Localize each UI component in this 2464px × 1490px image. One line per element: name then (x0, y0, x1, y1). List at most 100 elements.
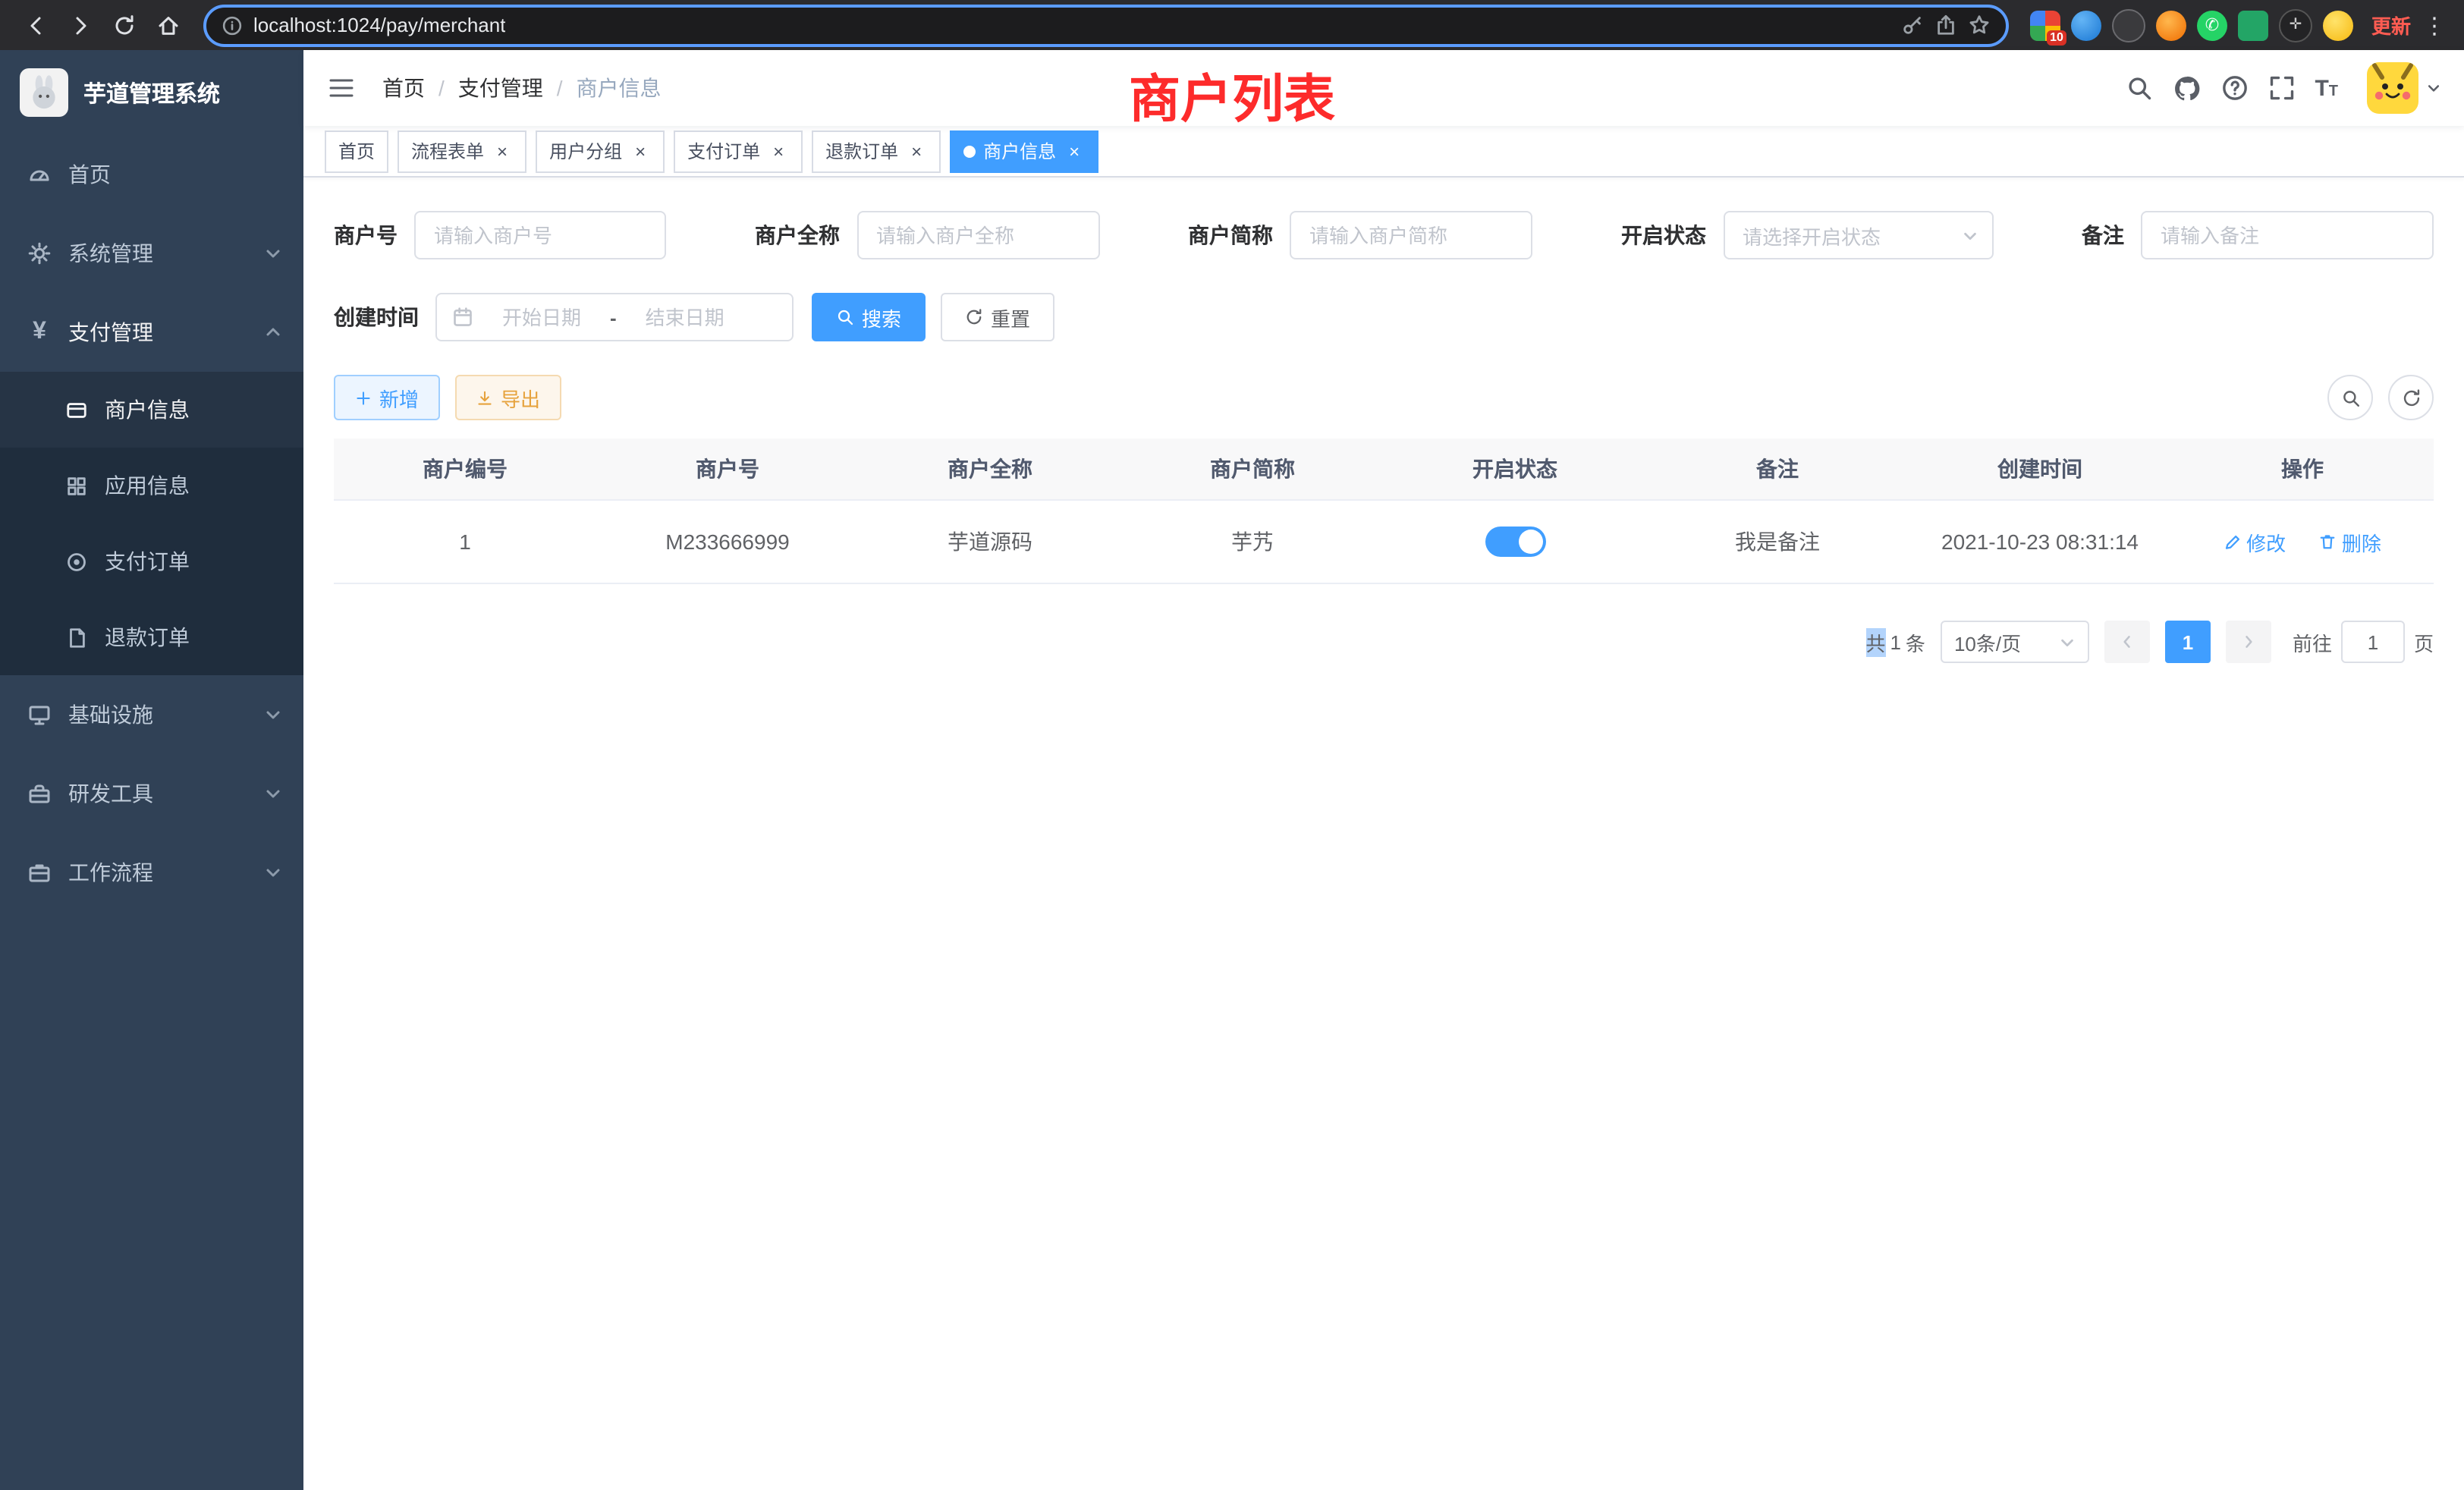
browser-menu-icon[interactable]: ⋮ (2423, 11, 2446, 39)
sidebar-item-label: 退款订单 (105, 622, 190, 652)
merchant-no-input[interactable] (414, 211, 666, 259)
col-full-name: 商户全称 (859, 439, 1121, 500)
extension-icon[interactable]: ✛ (2279, 8, 2312, 42)
extensions-area: 10 ✆ ✛ (2030, 8, 2353, 42)
status-select[interactable]: 请选择开启状态 (1723, 211, 1993, 259)
toggle-search-icon[interactable] (2327, 375, 2373, 420)
extension-icon[interactable] (2112, 8, 2145, 42)
goto-page-input[interactable] (2341, 621, 2405, 663)
font-size-icon[interactable]: TT (2315, 77, 2338, 99)
close-icon[interactable]: × (630, 140, 651, 162)
avatar[interactable] (2367, 62, 2418, 114)
share-icon[interactable] (1934, 14, 1957, 36)
page-size-select[interactable]: 10条/页 (1941, 621, 2089, 663)
fullscreen-icon[interactable] (2268, 74, 2295, 102)
prev-page-button[interactable] (2104, 621, 2150, 663)
close-icon[interactable]: × (906, 140, 927, 162)
extension-icon[interactable]: 10 (2030, 10, 2060, 40)
cell-remark: 我是备注 (1646, 500, 1909, 583)
export-button[interactable]: 导出 (455, 375, 561, 420)
browser-update-button[interactable]: 更新 (2371, 11, 2411, 39)
breadcrumb-pay[interactable]: 支付管理 (458, 73, 543, 103)
extension-icon[interactable] (2156, 10, 2186, 40)
tab-process-form[interactable]: 流程表单× (398, 130, 526, 172)
chevron-down-icon (264, 784, 282, 803)
cell-merchant-id: 1 (334, 500, 596, 583)
app-logo[interactable]: 芋道管理系统 (0, 50, 303, 135)
sidebar-item-label: 商户信息 (105, 395, 190, 425)
merchant-name-input[interactable] (856, 211, 1099, 259)
search-icon[interactable] (2125, 74, 2152, 102)
merchant-short-label: 商户简称 (1188, 220, 1273, 250)
github-icon[interactable] (2172, 74, 2201, 102)
home-button[interactable] (147, 5, 188, 46)
sidebar-item-app-info[interactable]: 应用信息 (0, 448, 303, 523)
sidebar-item-refund-order[interactable]: 退款订单 (0, 599, 303, 675)
sidebar-item-pay-order[interactable]: 支付订单 (0, 523, 303, 599)
help-icon[interactable] (2220, 74, 2248, 102)
extension-icon[interactable] (2323, 10, 2353, 40)
sidebar-item-merchant-info[interactable]: 商户信息 (0, 372, 303, 448)
reset-button[interactable]: 重置 (941, 293, 1054, 341)
page-number-button[interactable]: 1 (2165, 621, 2211, 663)
chevron-down-icon (264, 244, 282, 262)
start-date-input[interactable] (479, 304, 604, 330)
briefcase-icon (27, 860, 52, 885)
forward-button[interactable] (59, 5, 100, 46)
sidebar-item-pay[interactable]: ¥ 支付管理 (0, 293, 303, 372)
close-icon[interactable]: × (492, 140, 513, 162)
tags-view: 首页 流程表单× 用户分组× 支付订单× 退款订单× 商户信息× (303, 126, 2464, 178)
sidebar-item-workflow[interactable]: 工作流程 (0, 833, 303, 912)
merchant-table: 商户编号 商户号 商户全称 商户简称 开启状态 备注 创建时间 操作 1 (334, 439, 2434, 584)
sidebar-item-infra[interactable]: 基础设施 (0, 675, 303, 754)
extension-icon[interactable] (2238, 10, 2268, 40)
tab-pay-order[interactable]: 支付订单× (674, 130, 803, 172)
toolbox-icon (27, 781, 52, 806)
date-range-picker[interactable]: - (435, 293, 794, 341)
extension-icon[interactable] (2071, 10, 2101, 40)
close-icon[interactable]: × (1064, 140, 1085, 162)
merchant-no-label: 商户号 (334, 220, 398, 250)
delete-button[interactable]: 删除 (2319, 527, 2381, 556)
remark-input[interactable] (2141, 211, 2434, 259)
reload-button[interactable] (103, 5, 144, 46)
user-menu[interactable] (2367, 62, 2441, 114)
back-button[interactable] (15, 5, 56, 46)
browser-toolbar: localhost:1024/pay/merchant 10 ✆ ✛ 更新 ⋮ (0, 0, 2464, 50)
tab-merchant-info[interactable]: 商户信息× (950, 130, 1098, 172)
merchant-short-input[interactable] (1290, 211, 1532, 259)
sidebar-menu: 首页 系统管理 ¥ 支付管理 商户信息 (0, 135, 303, 1490)
logo-rabbit-icon (20, 68, 68, 117)
tab-user-group[interactable]: 用户分组× (536, 130, 665, 172)
cell-status (1384, 500, 1646, 583)
extension-icon[interactable]: ✆ (2197, 10, 2227, 40)
monitor-icon (27, 703, 52, 727)
close-icon[interactable]: × (768, 140, 789, 162)
sidebar-item-system[interactable]: 系统管理 (0, 214, 303, 293)
sidebar-item-home[interactable]: 首页 (0, 135, 303, 214)
bank-card-icon (64, 398, 88, 421)
breadcrumb: 首页 / 支付管理 / 商户信息 (382, 73, 662, 103)
sidebar-item-devtools[interactable]: 研发工具 (0, 754, 303, 833)
bookmark-star-icon[interactable] (1968, 14, 1991, 36)
end-date-input[interactable] (623, 304, 747, 330)
password-key-icon[interactable] (1901, 14, 1924, 36)
date-separator: - (610, 306, 617, 328)
refresh-icon[interactable] (2388, 375, 2434, 420)
search-button[interactable]: 搜索 (812, 293, 926, 341)
hamburger-icon[interactable] (326, 73, 357, 103)
tab-refund-order[interactable]: 退款订单× (812, 130, 941, 172)
add-button[interactable]: 新增 (334, 375, 440, 420)
breadcrumb-home[interactable]: 首页 (382, 73, 425, 103)
extension-badge: 10 (2047, 30, 2066, 45)
cell-short-name: 芋艿 (1121, 500, 1384, 583)
edit-button[interactable]: 修改 (2224, 527, 2286, 556)
status-toggle[interactable] (1485, 527, 1545, 557)
sidebar: 芋道管理系统 首页 系统管理 ¥ 支付管理 (0, 50, 303, 1490)
site-info-icon[interactable] (222, 14, 243, 36)
address-bar[interactable]: localhost:1024/pay/merchant (203, 4, 2009, 46)
tab-home[interactable]: 首页 (325, 130, 388, 172)
breadcrumb-separator: / (438, 76, 445, 100)
next-page-button[interactable] (2226, 621, 2271, 663)
sidebar-item-label: 基础设施 (68, 699, 153, 730)
